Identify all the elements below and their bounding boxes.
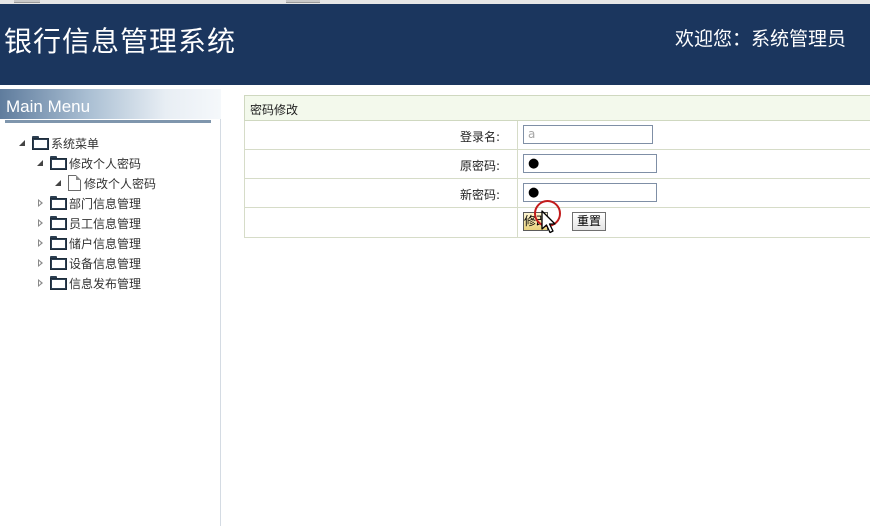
tree-node-device[interactable]: 设备信息管理 — [37, 254, 141, 272]
main-menu-title: Main Menu — [6, 97, 91, 116]
welcome-text: 欢迎您：系统管理员 — [674, 28, 846, 50]
form-row-username: 登录名: a — [244, 121, 870, 150]
folder-icon — [50, 196, 67, 210]
triangle-right-icon[interactable] — [37, 219, 45, 227]
browser-tab-edge — [14, 0, 40, 3]
tree-node-label: 信息发布管理 — [69, 276, 142, 291]
tree-node-change-password-group[interactable]: 修改个人密码 — [37, 154, 141, 172]
document-icon — [68, 175, 81, 191]
sidebar: Main Menu 系统菜单 修改个人密码 修改个人密码 部门信息管理 员工信息… — [0, 89, 221, 526]
triangle-down-icon[interactable] — [19, 139, 27, 147]
folder-icon — [32, 136, 49, 150]
tree-node-label: 修改个人密码 — [69, 156, 142, 171]
main-menu-header: Main Menu — [0, 89, 221, 124]
form-label-cell — [245, 208, 518, 237]
triangle-down-icon[interactable] — [37, 159, 45, 167]
tree-node-notice[interactable]: 信息发布管理 — [37, 274, 141, 292]
triangle-down-icon — [55, 179, 63, 187]
form-label-cell: 原密码: — [245, 150, 518, 178]
folder-icon — [50, 156, 67, 170]
mouse-cursor-icon — [541, 210, 556, 234]
tree-node-label: 部门信息管理 — [69, 196, 142, 211]
tree-node-staff[interactable]: 员工信息管理 — [37, 214, 141, 232]
browser-tab-edge — [286, 0, 320, 3]
form-label-cell: 新密码: — [245, 179, 518, 207]
form-label-cell: 登录名: — [245, 121, 518, 149]
username-label: 登录名: — [459, 130, 500, 144]
panel-title-bar: 密码修改 — [244, 95, 870, 121]
folder-icon — [50, 216, 67, 230]
folder-icon — [50, 276, 67, 290]
username-field[interactable]: a — [523, 125, 653, 144]
triangle-right-icon[interactable] — [37, 259, 45, 267]
triangle-right-icon[interactable] — [37, 199, 45, 207]
tree-node-label: 系统菜单 — [51, 136, 100, 151]
tree-node-label: 储户信息管理 — [69, 236, 142, 251]
panel-title: 密码修改 — [250, 103, 299, 117]
app-window: 银行信息管理系统 欢迎您：系统管理员 Main Menu 系统菜单 修改个人密码 — [0, 0, 870, 526]
tree-node-change-password-item[interactable]: 修改个人密码 — [55, 174, 156, 192]
system-title: 银行信息管理系统 — [4, 25, 237, 58]
tree-node-department[interactable]: 部门信息管理 — [37, 194, 141, 212]
old-password-label: 原密码: — [459, 159, 500, 173]
tree-node-root[interactable]: 系统菜单 — [19, 134, 99, 152]
folder-icon — [50, 236, 67, 250]
old-password-field[interactable]: ● — [523, 154, 657, 173]
tree-node-customer[interactable]: 储户信息管理 — [37, 234, 141, 252]
main-menu-divider — [5, 120, 211, 123]
folder-icon — [50, 256, 67, 270]
triangle-right-icon[interactable] — [37, 279, 45, 287]
tree-node-label: 设备信息管理 — [69, 256, 142, 271]
tree-node-label: 员工信息管理 — [69, 216, 142, 231]
new-password-label: 新密码: — [459, 188, 500, 202]
form-row-buttons: 修改 重置 — [244, 200, 870, 238]
reset-button[interactable]: 重置 — [572, 212, 606, 231]
new-password-field[interactable]: ● — [523, 183, 657, 202]
triangle-right-icon[interactable] — [37, 239, 45, 247]
form-row-old-password: 原密码: ● — [244, 150, 870, 179]
tree-node-label: 修改个人密码 — [84, 176, 157, 191]
header-banner: 银行信息管理系统 欢迎您：系统管理员 — [0, 4, 870, 85]
